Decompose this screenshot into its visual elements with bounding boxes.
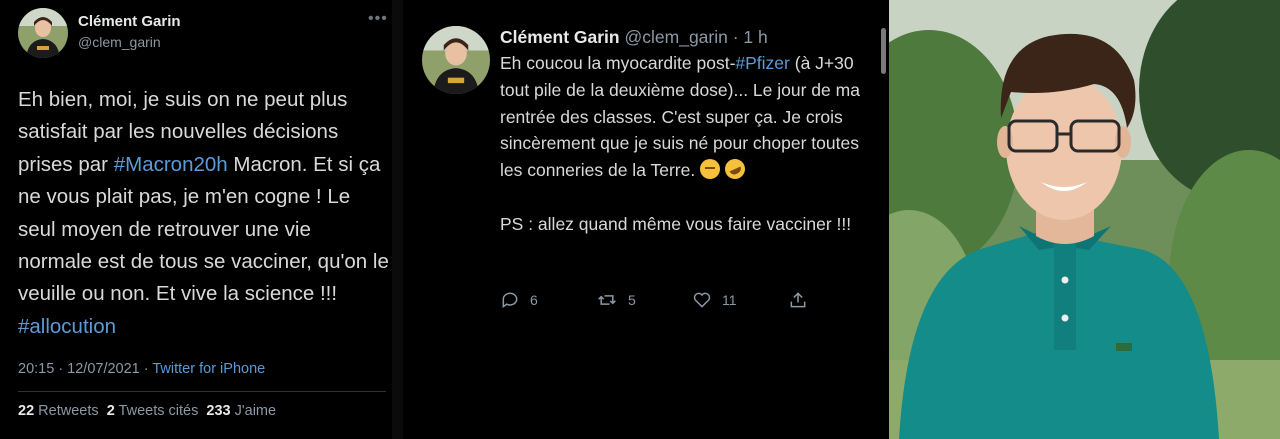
avatar[interactable] — [18, 8, 68, 58]
more-icon[interactable]: ••• — [368, 10, 388, 28]
likes-label[interactable]: J'aime — [235, 403, 276, 419]
divider — [18, 391, 386, 392]
retweets-label[interactable]: Retweets — [38, 403, 98, 419]
source-link[interactable]: Twitter for iPhone — [152, 361, 265, 377]
reply-button[interactable]: 6 — [500, 290, 538, 310]
tweet-text: Eh coucou la myocardite post-#Pfizer (à … — [500, 50, 872, 238]
hashtag-link[interactable]: #Macron20h — [114, 153, 228, 176]
share-button[interactable] — [788, 290, 808, 310]
tweet-header: Clément Garin @clem_garin · 1 h — [500, 27, 768, 48]
timestamp[interactable]: 20:15 · 12/07/2021 · — [18, 361, 152, 377]
like-icon — [693, 292, 711, 308]
share-icon — [790, 292, 806, 308]
divider — [392, 0, 403, 439]
engagement-stats: 22 Retweets 2 Tweets cités 233 J'aime — [18, 403, 276, 419]
tweet-ps: PS : allez quand même vous faire vaccine… — [500, 213, 852, 234]
middle-tweet: Clément Garin @clem_garin · 1 h Eh couco… — [403, 0, 889, 439]
author-name[interactable]: Clément Garin — [78, 13, 181, 30]
scrollbar[interactable] — [881, 28, 886, 74]
tweet-meta: 20:15 · 12/07/2021 · Twitter for iPhone — [18, 361, 265, 377]
tweet-text: Eh bien, moi, je suis on ne peut plus sa… — [18, 84, 390, 343]
rofl-emoji — [721, 155, 749, 183]
author-handle-time[interactable]: @clem_garin · 1 h — [625, 27, 768, 47]
retweet-icon — [598, 295, 616, 305]
hashtag-link[interactable]: #Pfizer — [735, 53, 789, 73]
reply-count: 6 — [530, 292, 538, 308]
left-tweet: Clément Garin @clem_garin ••• Eh bien, m… — [0, 0, 392, 439]
profile-photo — [889, 0, 1280, 439]
retweets-count[interactable]: 22 — [18, 403, 34, 419]
quotes-count[interactable]: 2 — [107, 403, 115, 419]
retweet-button[interactable]: 5 — [596, 290, 636, 310]
thinking-emoji — [700, 159, 721, 180]
like-count: 11 — [722, 292, 737, 308]
like-button[interactable]: 11 — [692, 290, 737, 310]
tweet-text-part: Eh coucou la myocardite post- — [500, 53, 736, 73]
reply-icon — [502, 292, 518, 309]
likes-count[interactable]: 233 — [206, 403, 230, 419]
author-name[interactable]: Clément Garin — [500, 27, 620, 47]
quotes-label[interactable]: Tweets cités — [119, 403, 199, 419]
avatar[interactable] — [422, 26, 490, 94]
retweet-count: 5 — [628, 292, 636, 308]
author-handle[interactable]: @clem_garin — [78, 34, 161, 50]
hashtag-link[interactable]: #allocution — [18, 315, 116, 338]
